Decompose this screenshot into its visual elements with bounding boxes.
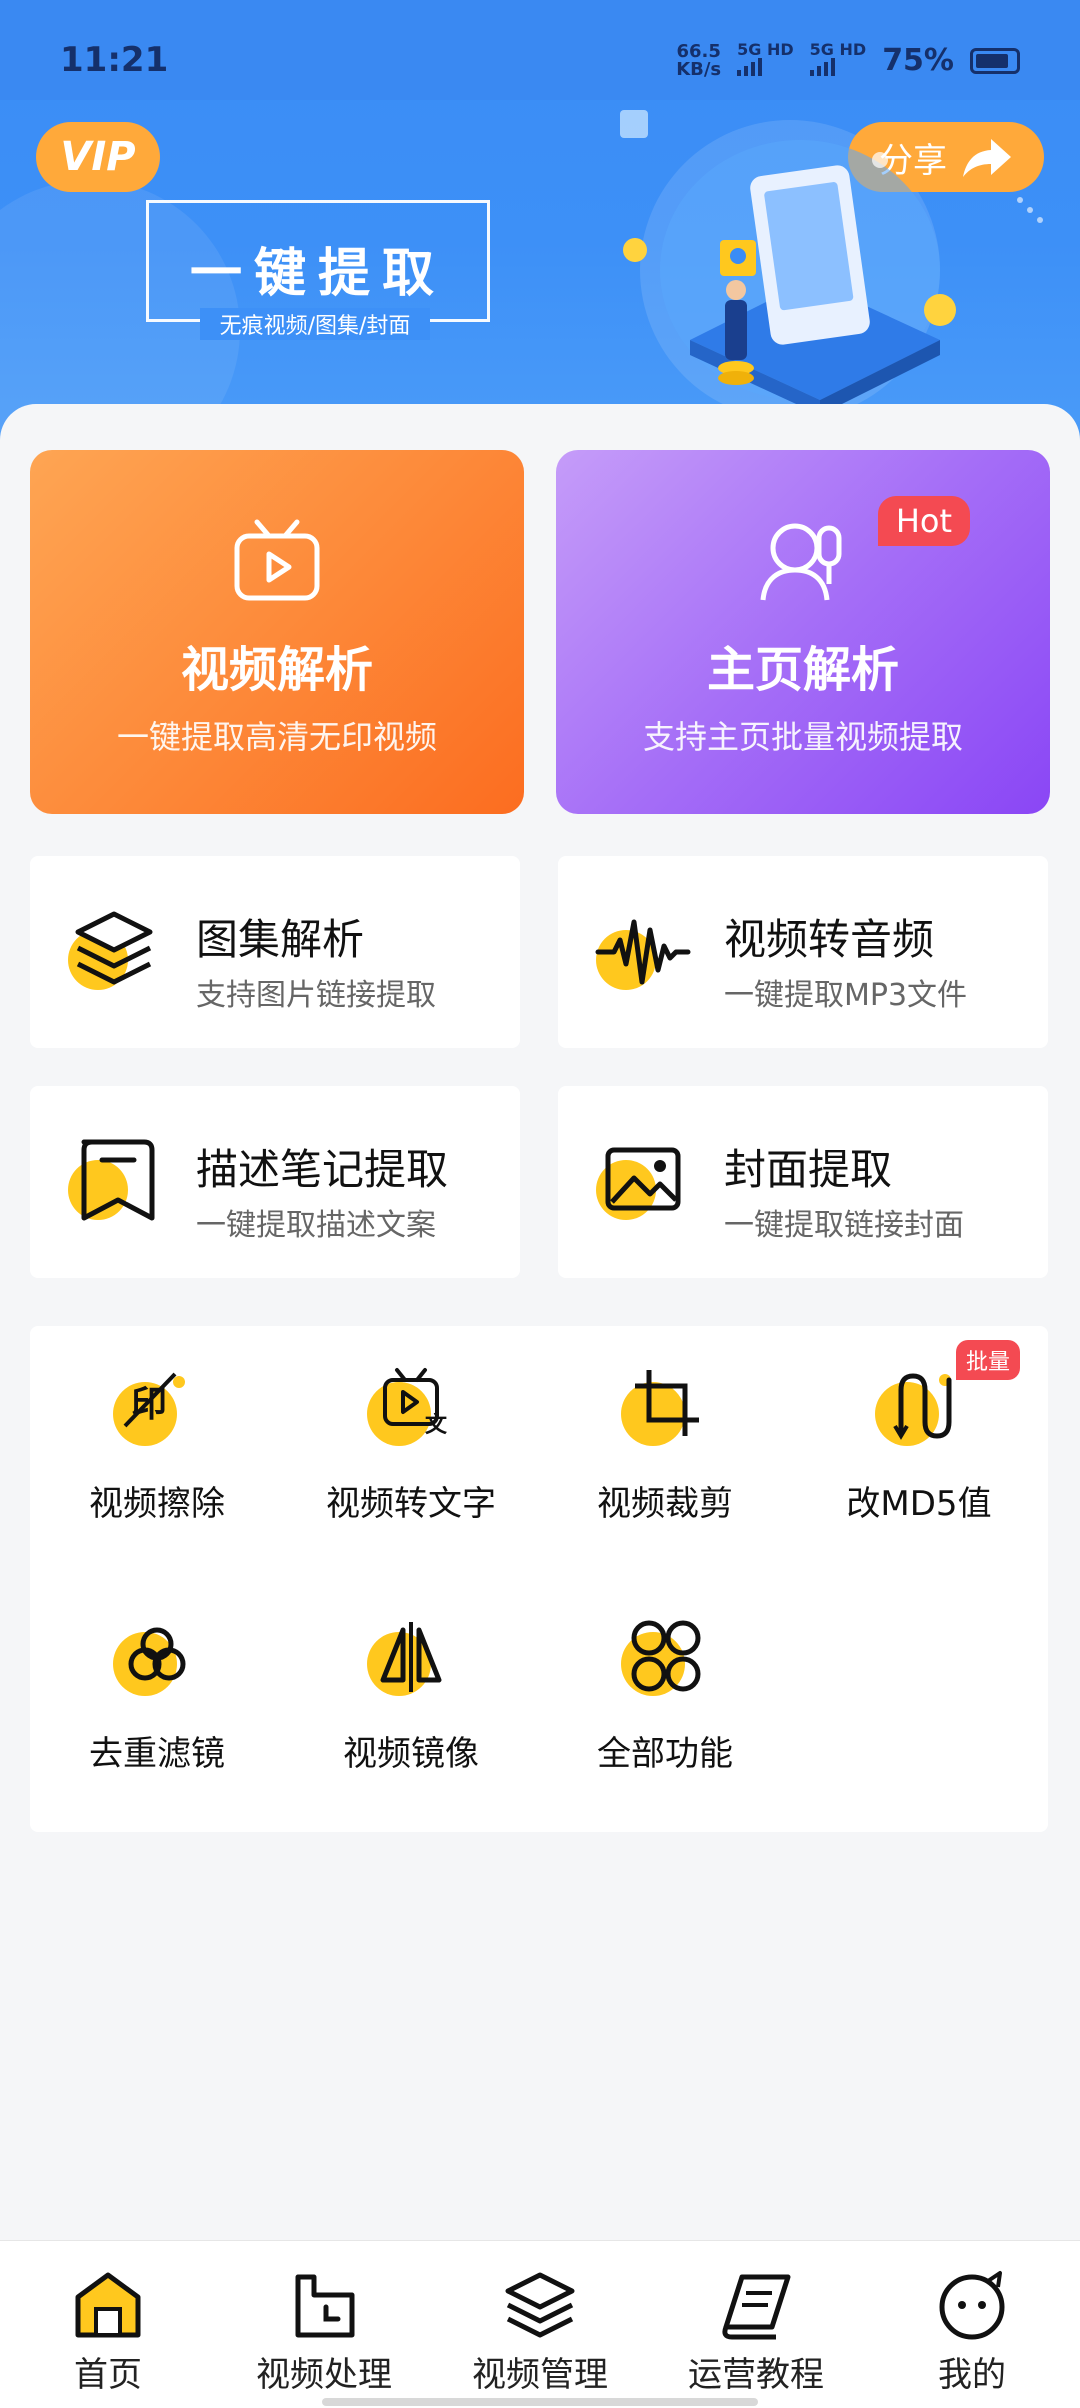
tool-change-md5[interactable]: 批量 改MD5值 (792, 1326, 1046, 1526)
feature-subtitle: 一键提取MP3文件 (724, 978, 968, 1013)
profile-face-icon (939, 2271, 1005, 2340)
nav-label: 我的 (938, 2355, 1006, 2395)
nav-label: 视频管理 (472, 2355, 608, 2395)
nav-profile[interactable]: 我的 (864, 2265, 1080, 2405)
nav-home[interactable]: 首页 (0, 2265, 216, 2405)
phone-illustration (620, 110, 1043, 415)
feature-subtitle: 支持图片链接提取 (196, 978, 436, 1013)
book-icon (722, 2274, 791, 2340)
all-functions-icon (621, 1620, 701, 1696)
card-title: 主页解析 (706, 642, 899, 698)
feature-subtitle: 一键提取描述文案 (196, 1208, 436, 1243)
tool-video-mirror[interactable]: 视频镜像 (284, 1576, 538, 1776)
homepage-parse-card[interactable]: Hot 主页解析 支持主页批量视频提取 (556, 450, 1050, 814)
signal-label: 5G HD (737, 40, 794, 59)
network-speed-unit: KB/s (676, 58, 722, 80)
status-time: 11:21 (60, 40, 169, 80)
filter-icon (113, 1627, 186, 1696)
card-subtitle: 一键提取高清无印视频 (116, 718, 437, 756)
banner-title: 一键提取 (189, 244, 446, 304)
md5-icon (875, 1373, 952, 1446)
header-banner: 11:21 66.5 KB/s 5G HD 5G HD 75% VIP 分享 一… (0, 0, 1080, 440)
main-panel: 视频解析 一键提取高清无印视频 Hot 主页解析 支持主页批量视频提取 图集解析… (0, 404, 1080, 2240)
note-icon (68, 1139, 155, 1221)
nav-tutorial[interactable]: 运营教程 (648, 2265, 864, 2405)
battery-percent: 75% (882, 43, 954, 78)
banner-subtitle: 无痕视频/图集/封面 (200, 308, 430, 340)
hot-badge: Hot (877, 496, 970, 546)
card-title: 视频解析 (180, 642, 373, 698)
layers-icon (68, 911, 153, 990)
tool-label: 视频转文字 (326, 1484, 496, 1524)
signal-bars-icon (809, 58, 835, 76)
audio-wave-icon (595, 919, 691, 990)
feature-subtitle: 一键提取链接封面 (724, 1208, 964, 1243)
video-process-icon (295, 2274, 355, 2338)
home-indicator (322, 2398, 758, 2406)
tools-panel: 印 视频擦除 文 视频转文字 视频裁剪 批量 改MD5值 去重滤镜 视频镜像 全… (30, 1326, 1048, 1832)
note-extract-card[interactable]: 描述笔记提取 一键提取描述文案 (30, 1086, 520, 1278)
nav-video-manage[interactable]: 视频管理 (432, 2265, 648, 2405)
signal-sim2: 5G HD (809, 40, 867, 79)
mirror-icon (367, 1622, 442, 1696)
tool-video-crop[interactable]: 视频裁剪 (538, 1326, 792, 1526)
video-to-text-icon: 文 (367, 1368, 448, 1446)
crop-icon (621, 1370, 699, 1446)
feature-title: 描述笔记提取 (196, 1145, 449, 1194)
status-indicators: 66.5 KB/s 5G HD 5G HD 75% (676, 42, 1020, 79)
bottom-nav: 首页 视频处理 视频管理 运营教程 我的 (0, 2240, 1080, 2408)
tool-label: 去重滤镜 (89, 1734, 225, 1774)
video-parse-card[interactable]: 视频解析 一键提取高清无印视频 (30, 450, 524, 814)
network-speed: 66.5 KB/s (676, 40, 722, 80)
network-speed-value: 66.5 (676, 40, 721, 62)
signal-bars-icon (737, 58, 763, 76)
gallery-parse-card[interactable]: 图集解析 支持图片链接提取 (30, 856, 520, 1048)
feature-title: 图集解析 (196, 915, 365, 964)
tool-label: 全部功能 (597, 1734, 733, 1774)
cover-extract-card[interactable]: 封面提取 一键提取链接封面 (558, 1086, 1048, 1278)
nav-label: 视频处理 (256, 2355, 392, 2395)
tool-label: 视频裁剪 (597, 1484, 733, 1524)
nav-label: 首页 (74, 2355, 142, 2395)
nav-label: 运营教程 (688, 2355, 824, 2395)
banner-title-box: 一键提取 (146, 200, 490, 322)
tool-label: 视频擦除 (89, 1484, 225, 1524)
layers-icon (505, 2272, 575, 2338)
tool-video-erase[interactable]: 印 视频擦除 (30, 1326, 284, 1526)
image-icon (596, 1147, 681, 1220)
battery-icon (970, 47, 1020, 74)
status-bar: 11:21 66.5 KB/s 5G HD 5G HD 75% (0, 0, 1080, 100)
home-icon (75, 2272, 141, 2338)
signal-sim1: 5G HD (737, 42, 794, 79)
tool-all-functions[interactable]: 全部功能 (538, 1576, 792, 1776)
tool-video-to-text[interactable]: 文 视频转文字 (284, 1326, 538, 1526)
card-subtitle: 支持主页批量视频提取 (642, 718, 963, 756)
nav-video-process[interactable]: 视频处理 (216, 2265, 432, 2405)
signal-label: 5G HD (809, 40, 867, 59)
tool-dedup-filter[interactable]: 去重滤镜 (30, 1576, 284, 1776)
svg-text:文: 文 (425, 1412, 448, 1438)
tool-label: 改MD5值 (846, 1484, 992, 1524)
video-to-audio-card[interactable]: 视频转音频 一键提取MP3文件 (558, 856, 1048, 1048)
user-profile-icon (760, 523, 842, 601)
feature-title: 视频转音频 (724, 915, 935, 964)
tv-play-icon (234, 519, 320, 601)
erase-watermark-icon: 印 (113, 1372, 185, 1446)
feature-title: 封面提取 (724, 1145, 893, 1194)
vip-button[interactable]: VIP (36, 122, 160, 192)
tool-label: 视频镜像 (343, 1734, 479, 1774)
